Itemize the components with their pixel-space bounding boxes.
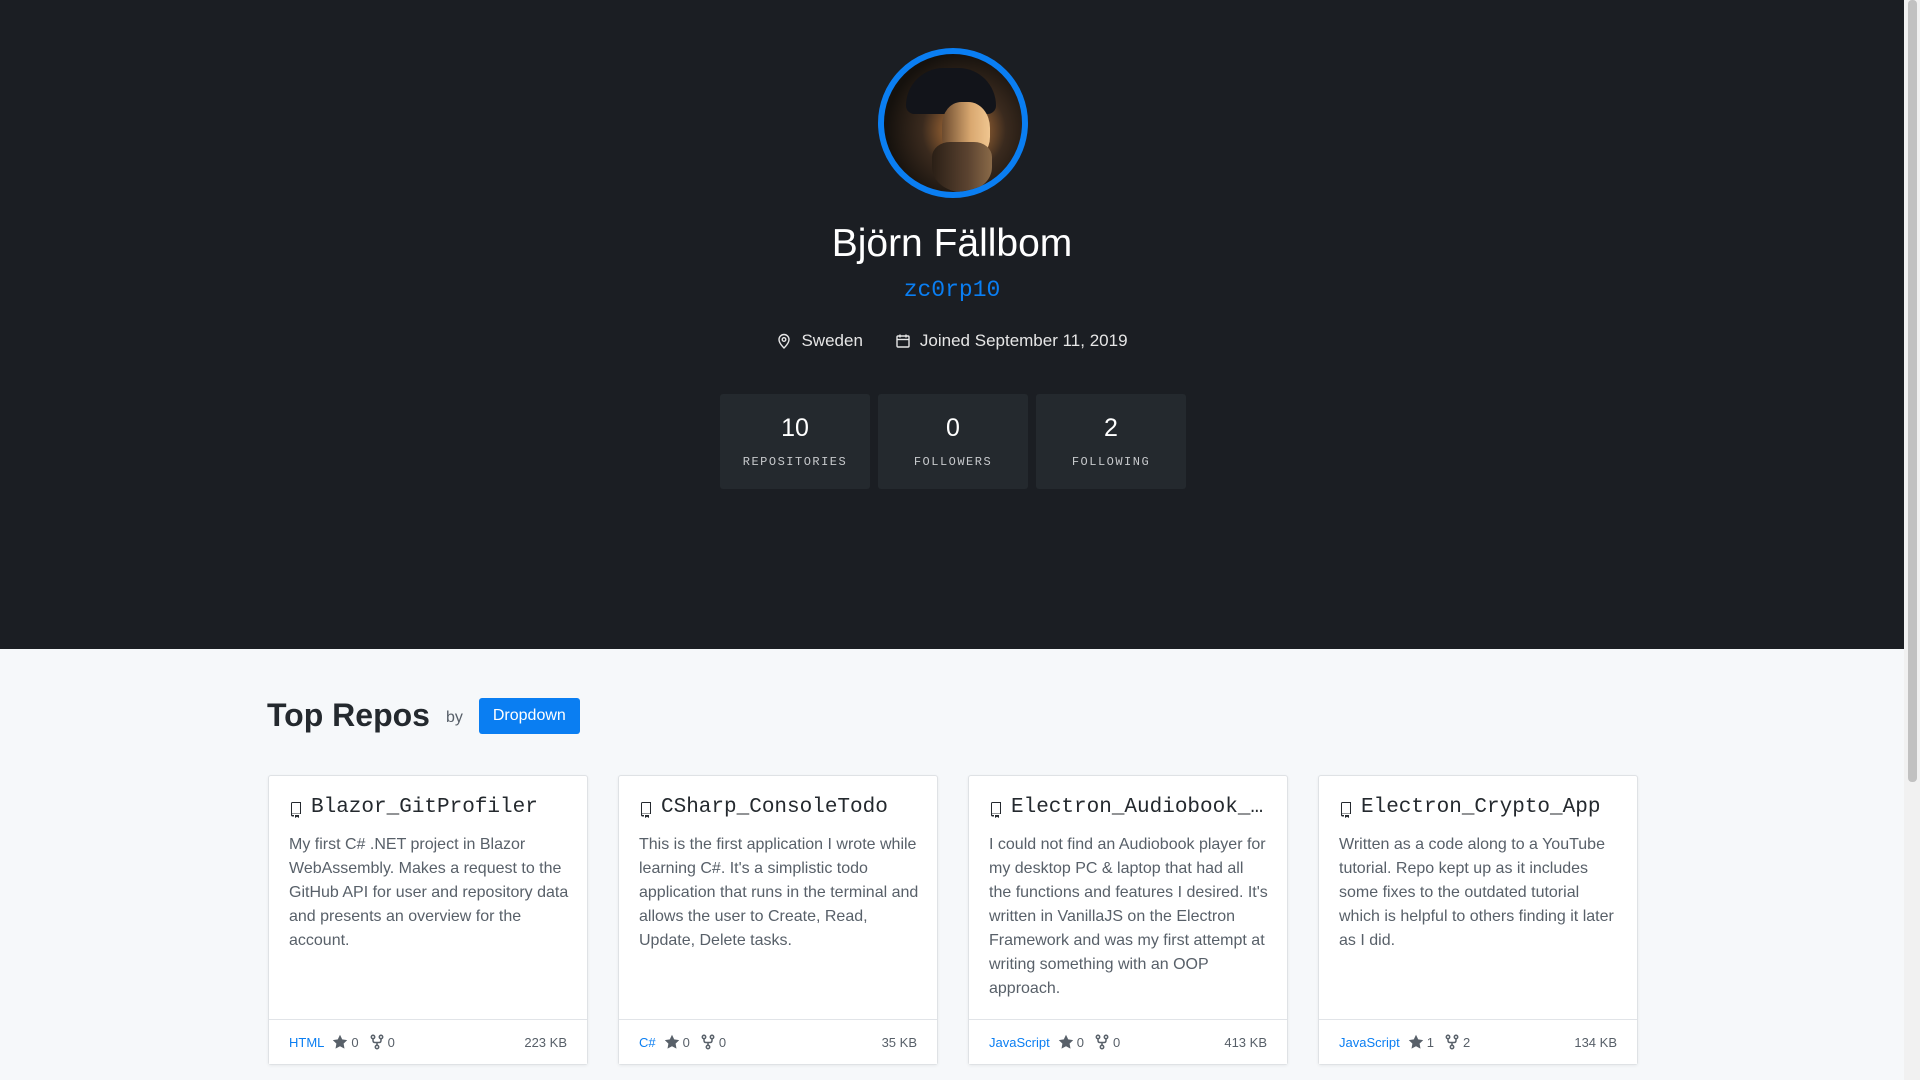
star-icon bbox=[333, 1034, 348, 1049]
star-icon bbox=[1408, 1034, 1423, 1049]
stat-label: REPOSITORIES bbox=[742, 455, 848, 469]
fork-icon bbox=[1445, 1034, 1459, 1050]
stat-value: 10 bbox=[781, 414, 809, 442]
fork-count: 0 bbox=[718, 1034, 727, 1050]
repo-stars: 0 bbox=[1058, 1034, 1084, 1050]
repo-name: Blazor_GitProfiler bbox=[311, 796, 538, 819]
star-count: 1 bbox=[1426, 1034, 1434, 1050]
stat-repositories[interactable]: 10 REPOSITORIES bbox=[720, 394, 870, 489]
repo-footer: JavaScript 1 2 134 KB bbox=[1319, 1019, 1637, 1064]
star-count: 0 bbox=[351, 1034, 359, 1050]
repo-icon bbox=[1341, 801, 1351, 818]
repo-footer: HTML 0 0 223 KB bbox=[269, 1019, 587, 1064]
repo-footer: JavaScript 0 0 413 KB bbox=[969, 1019, 1287, 1064]
repo-icon bbox=[291, 801, 301, 818]
profile-header: Björn Fällbom zc0rp10 Sweden Joined Sept… bbox=[0, 0, 1904, 649]
stat-label: FOLLOWING bbox=[1071, 455, 1151, 469]
star-icon bbox=[1058, 1034, 1073, 1049]
repo-title[interactable]: Blazor_GitProfiler bbox=[289, 796, 569, 819]
repo-name: Electron_Audiobook_Player bbox=[1011, 796, 1269, 819]
repo-title[interactable]: Electron_Crypto_App bbox=[1339, 796, 1619, 819]
repo-card[interactable]: Electron_Crypto_App Written as a code al… bbox=[1318, 775, 1638, 1065]
repo-description: This is the first application I wrote wh… bbox=[639, 836, 919, 949]
location-text: Sweden bbox=[801, 331, 863, 350]
repo-language: JavaScript bbox=[989, 1034, 1050, 1050]
fork-count: 0 bbox=[1112, 1034, 1121, 1050]
repo-description: Written as a code along to a YouTube tut… bbox=[1339, 836, 1614, 949]
repo-language: JavaScript bbox=[1339, 1034, 1400, 1050]
repo-size: 413 KB bbox=[1224, 1034, 1267, 1050]
repo-forks: 0 bbox=[369, 1034, 395, 1050]
stat-followers[interactable]: 0 FOLLOWERS bbox=[878, 394, 1028, 489]
stat-value: 0 bbox=[946, 414, 960, 442]
stat-value: 2 bbox=[1104, 414, 1118, 442]
star-count: 0 bbox=[682, 1034, 690, 1050]
repo-language: C# bbox=[639, 1034, 656, 1050]
fork-icon bbox=[370, 1034, 384, 1050]
stats-row: 10 REPOSITORIES 0 FOLLOWERS 2 FOLLOWING bbox=[720, 394, 1186, 489]
stat-following[interactable]: 2 FOLLOWING bbox=[1036, 394, 1186, 489]
repo-stars: 0 bbox=[332, 1034, 359, 1050]
repo-title[interactable]: Electron_Audiobook_Player bbox=[989, 796, 1269, 819]
location-item: Sweden bbox=[776, 331, 863, 351]
repo-forks: 0 bbox=[700, 1034, 726, 1050]
star-icon bbox=[664, 1034, 679, 1049]
fork-icon bbox=[1095, 1034, 1109, 1050]
top-repos-header: Top Repos by Dropdown bbox=[267, 696, 580, 734]
profile-meta: Sweden Joined September 11, 2019 bbox=[0, 331, 1904, 351]
avatar bbox=[878, 48, 1028, 198]
repo-size: 35 KB bbox=[881, 1034, 917, 1050]
repo-forks: 2 bbox=[1444, 1034, 1470, 1050]
repo-stars: 1 bbox=[1408, 1034, 1434, 1050]
repo-cards: Blazor_GitProfiler My first C# .NET proj… bbox=[268, 775, 1638, 1065]
sort-by-label: by bbox=[445, 709, 463, 726]
repo-size: 223 KB bbox=[524, 1034, 567, 1050]
page-scrollbar[interactable] bbox=[1904, 0, 1920, 1080]
sort-dropdown-button[interactable]: Dropdown bbox=[478, 698, 580, 734]
joined-text: Joined September 11, 2019 bbox=[919, 331, 1128, 350]
section-title: Top Repos bbox=[267, 696, 430, 733]
fork-count: 0 bbox=[387, 1034, 395, 1050]
profile-login-link[interactable]: zc0rp10 bbox=[0, 277, 1904, 303]
repo-stars: 0 bbox=[664, 1034, 690, 1050]
scrollbar-thumb[interactable] bbox=[1908, 0, 1917, 782]
avatar-beard bbox=[932, 142, 992, 192]
fork-icon bbox=[701, 1034, 715, 1050]
repo-forks: 0 bbox=[1094, 1034, 1120, 1050]
repo-name: CSharp_ConsoleTodo bbox=[661, 796, 888, 819]
repo-name: Electron_Crypto_App bbox=[1361, 796, 1601, 819]
profile-name: Björn Fällbom bbox=[831, 222, 1073, 265]
repo-footer: C# 0 0 35 KB bbox=[619, 1019, 937, 1064]
repo-description: My first C# .NET project in Blazor WebAs… bbox=[289, 836, 569, 949]
repo-icon bbox=[991, 801, 1001, 818]
joined-item: Joined September 11, 2019 bbox=[895, 331, 1128, 351]
repo-card[interactable]: Blazor_GitProfiler My first C# .NET proj… bbox=[268, 775, 588, 1065]
repo-icon bbox=[641, 801, 651, 818]
star-count: 0 bbox=[1076, 1034, 1084, 1050]
repo-language: HTML bbox=[289, 1034, 325, 1050]
repo-title[interactable]: CSharp_ConsoleTodo bbox=[639, 796, 919, 819]
fork-count: 2 bbox=[1462, 1034, 1471, 1050]
repo-description: I could not find an Audiobook player for… bbox=[989, 836, 1268, 997]
repo-size: 134 KB bbox=[1574, 1034, 1617, 1050]
repo-card[interactable]: Electron_Audiobook_Player I could not fi… bbox=[968, 775, 1288, 1065]
stat-label: FOLLOWERS bbox=[913, 455, 993, 469]
repo-card[interactable]: CSharp_ConsoleTodo This is the first app… bbox=[618, 775, 938, 1065]
calendar-icon bbox=[896, 334, 910, 348]
map-pin-icon bbox=[778, 333, 791, 349]
